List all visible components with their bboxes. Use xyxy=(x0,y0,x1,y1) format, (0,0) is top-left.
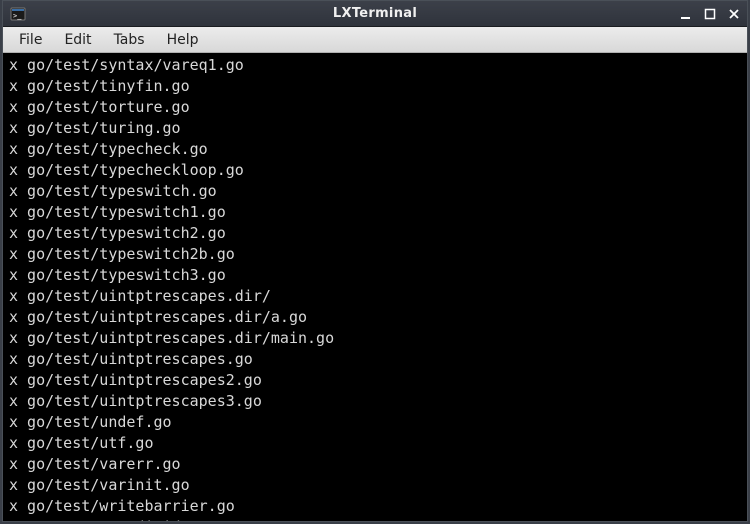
app-icon: >_ xyxy=(8,4,28,24)
terminal-output-line: x go/test/uintptrescapes3.go xyxy=(9,391,741,412)
menu-help[interactable]: Help xyxy=(157,30,209,50)
terminal-output-line: x go/test/utf.go xyxy=(9,433,741,454)
terminal-output-line: x go/test/varerr.go xyxy=(9,454,741,475)
menu-tabs[interactable]: Tabs xyxy=(104,30,155,50)
terminal-window: >_ LXTerminal File Edit Tabs Help x go/t… xyxy=(2,0,748,522)
terminal-output-line: x go/test/typecheck.go xyxy=(9,139,741,160)
terminal-output-line: x go/test/uintptrescapes.dir/main.go xyxy=(9,328,741,349)
terminal-output-line: x go/test/typeswitch3.go xyxy=(9,265,741,286)
terminal-output-line: x go/test/typeswitch1.go xyxy=(9,202,741,223)
terminal-output-line: x go/test/turing.go xyxy=(9,118,741,139)
terminal-output-line: x go/test/undef.go xyxy=(9,412,741,433)
terminal-output-line: x go/test/uintptrescapes.go xyxy=(9,349,741,370)
window-controls xyxy=(677,1,743,26)
terminal-output-line: x go/test/varinit.go xyxy=(9,475,741,496)
terminal-output-line: x go/test/torture.go xyxy=(9,97,741,118)
minimize-button[interactable] xyxy=(677,5,695,23)
maximize-button[interactable] xyxy=(701,5,719,23)
terminal-output-line: x go/test/writebarrier.go xyxy=(9,496,741,517)
terminal-output-line: x go/test/typeswitch2b.go xyxy=(9,244,741,265)
terminal-output-line: x go/test/zerodivide.go xyxy=(9,517,741,521)
terminal-output-line: x go/test/tinyfin.go xyxy=(9,76,741,97)
titlebar[interactable]: >_ LXTerminal xyxy=(3,1,747,27)
terminal-output-line: x go/test/typeswitch.go xyxy=(9,181,741,202)
terminal-output-line: x go/test/uintptrescapes2.go xyxy=(9,370,741,391)
svg-text:>_: >_ xyxy=(13,12,22,20)
terminal-output-line: x go/test/typeswitch2.go xyxy=(9,223,741,244)
terminal-output-line: x go/test/syntax/vareq1.go xyxy=(9,55,741,76)
terminal-output-line: x go/test/uintptrescapes.dir/a.go xyxy=(9,307,741,328)
close-button[interactable] xyxy=(725,5,743,23)
terminal-output-line: x go/test/typecheckloop.go xyxy=(9,160,741,181)
terminal-body[interactable]: x go/test/syntax/vareq1.gox go/test/tiny… xyxy=(3,53,747,521)
menu-file[interactable]: File xyxy=(9,30,52,50)
menubar: File Edit Tabs Help xyxy=(3,27,747,53)
window-title: LXTerminal xyxy=(333,6,417,21)
menu-edit[interactable]: Edit xyxy=(54,30,101,50)
terminal-output-line: x go/test/uintptrescapes.dir/ xyxy=(9,286,741,307)
